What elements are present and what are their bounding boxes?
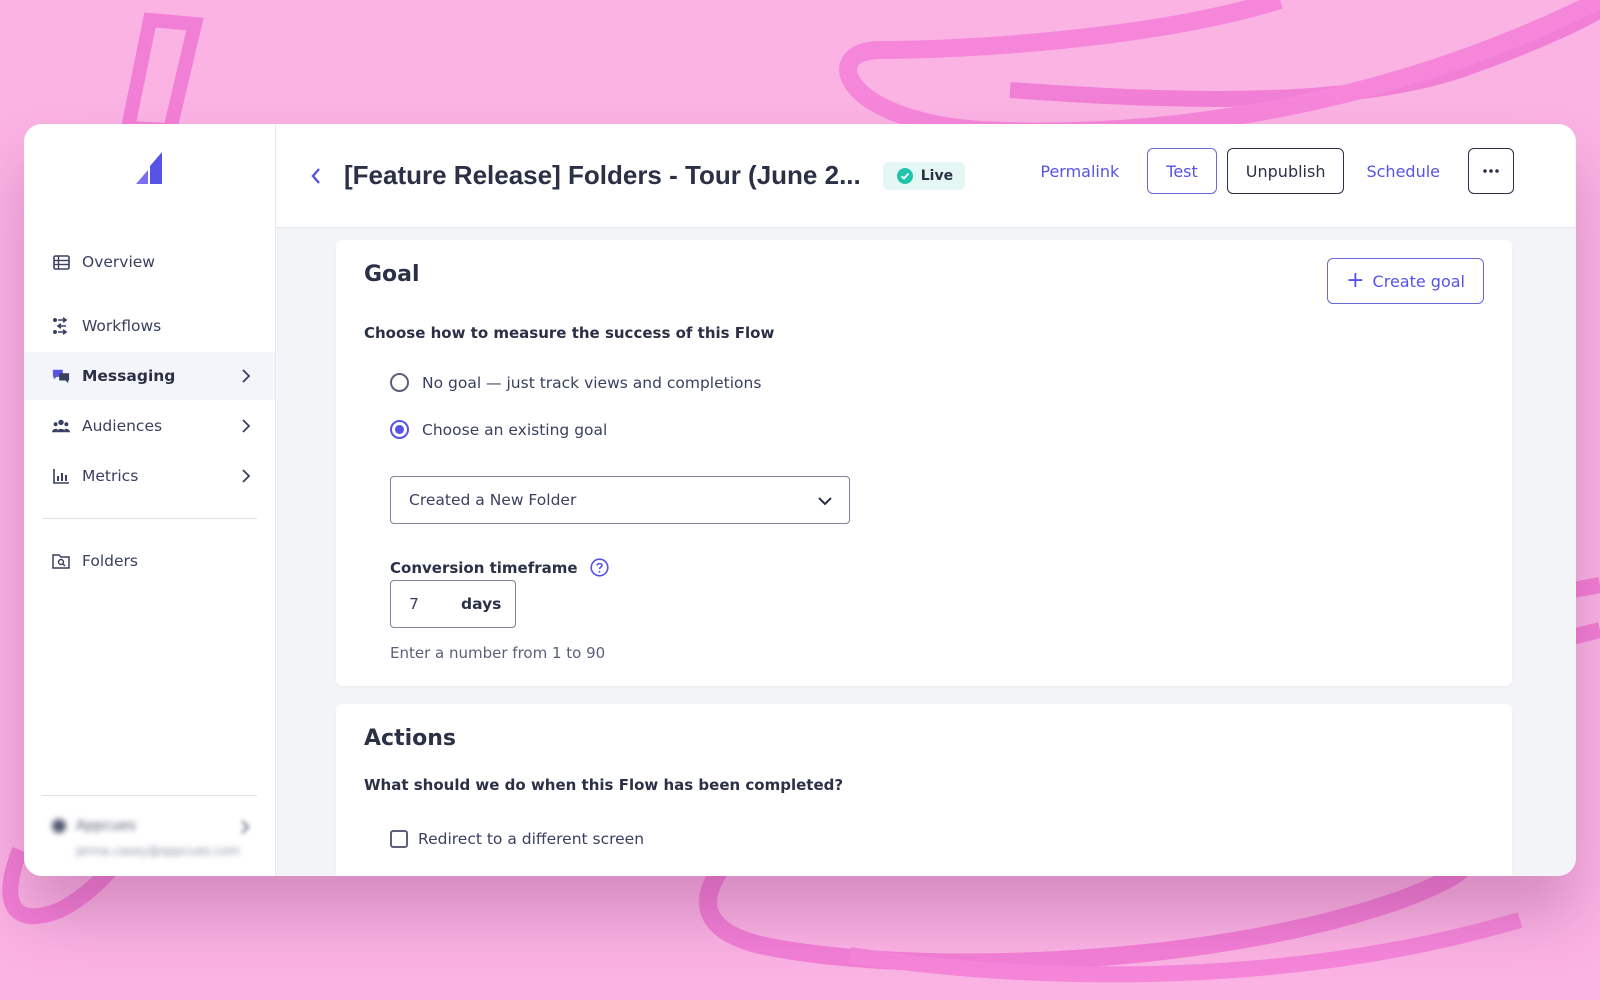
radio-label: Choose an existing goal (422, 420, 608, 439)
unpublish-button[interactable]: Unpublish (1226, 148, 1345, 194)
goal-title: Goal (364, 262, 420, 287)
radio-label: No goal — just track views and completio… (422, 373, 762, 392)
back-arrow-icon[interactable] (306, 166, 326, 186)
settings-content: Goal + Create goal Choose how to measure… (336, 240, 1512, 876)
actions-title: Actions (364, 726, 456, 751)
header-actions: Permalink Test Unpublish Schedule (1018, 148, 1514, 194)
radio-no-goal[interactable]: No goal — just track views and completio… (390, 373, 761, 392)
plus-icon: + (1346, 268, 1365, 293)
sidebar-nav: Overview Workflows Messaging Audiences M… (24, 238, 275, 585)
sidebar-item-label: Folders (82, 552, 138, 570)
goal-select-value: Created a New Folder (409, 491, 577, 509)
conversion-timeframe-label: Conversion timeframe (390, 558, 609, 577)
radio-existing-goal[interactable]: Choose an existing goal (390, 420, 607, 439)
account-menu[interactable]: Appcues jenna.casey@appcues.com (42, 795, 257, 858)
radio-button-selected[interactable] (390, 420, 409, 439)
chat-icon (52, 367, 70, 385)
timeframe-input[interactable]: 7 days (390, 580, 516, 628)
timeframe-hint: Enter a number from 1 to 90 (390, 644, 606, 662)
checkbox-label: Redirect to a different screen (418, 830, 645, 848)
sidebar-item-messaging[interactable]: Messaging (24, 352, 275, 400)
page-header: [Feature Release] Folders - Tour (June 2… (276, 124, 1576, 228)
chevron-right-icon (242, 419, 251, 433)
account-name-text: Appcues (76, 818, 136, 834)
sidebar-item-folders[interactable]: Folders (24, 537, 275, 585)
folder-search-icon (52, 552, 70, 570)
sidebar-item-label: Audiences (82, 417, 163, 435)
create-goal-label: Create goal (1372, 271, 1465, 291)
bar-chart-icon (52, 467, 70, 485)
chevron-right-icon (242, 369, 251, 383)
goal-select[interactable]: Created a New Folder (390, 476, 850, 524)
chevron-right-icon (241, 820, 250, 834)
sidebar-divider (42, 518, 257, 519)
permalink-button[interactable]: Permalink (1018, 148, 1141, 194)
timeframe-value[interactable]: 7 (391, 595, 461, 613)
avatar (52, 819, 66, 833)
page-title: [Feature Release] Folders - Tour (June 2… (344, 160, 861, 190)
sidebar-item-audiences[interactable]: Audiences (24, 402, 275, 450)
actions-question: What should we do when this Flow has bee… (364, 776, 844, 794)
goal-question: Choose how to measure the success of thi… (364, 324, 775, 342)
create-goal-button[interactable]: + Create goal (1327, 258, 1484, 304)
app-logo-icon (136, 152, 162, 184)
checkbox[interactable] (390, 830, 408, 848)
sidebar-item-label: Messaging (82, 367, 176, 385)
chevron-down-icon (818, 497, 832, 506)
sidebar-item-overview[interactable]: Overview (24, 238, 275, 286)
status-badge-label: Live (920, 167, 954, 184)
sidebar-item-label: Workflows (82, 317, 162, 335)
redirect-checkbox-row[interactable]: Redirect to a different screen (390, 830, 644, 848)
help-icon[interactable] (589, 558, 609, 577)
users-icon (52, 417, 70, 435)
status-badge: Live (882, 161, 966, 190)
sidebar-item-label: Overview (82, 253, 155, 271)
chevron-right-icon (242, 469, 251, 483)
main-content: [Feature Release] Folders - Tour (June 2… (276, 124, 1576, 876)
account-name: Appcues (42, 818, 257, 834)
test-button[interactable]: Test (1147, 148, 1217, 194)
radio-button[interactable] (390, 373, 409, 392)
actions-card: Actions What should we do when this Flow… (336, 704, 1512, 876)
sidebar-item-metrics[interactable]: Metrics (24, 452, 275, 500)
sidebar-item-label: Metrics (82, 467, 139, 485)
workflow-icon (52, 317, 70, 335)
more-options-button[interactable] (1468, 148, 1514, 194)
more-dots-icon (1483, 169, 1499, 173)
schedule-button[interactable]: Schedule (1344, 148, 1462, 194)
check-circle-icon (896, 167, 913, 184)
goal-card: Goal + Create goal Choose how to measure… (336, 240, 1512, 686)
account-email: jenna.casey@appcues.com (76, 844, 240, 858)
app-window: Overview Workflows Messaging Audiences M… (24, 124, 1576, 876)
table-icon (52, 253, 70, 271)
sidebar: Overview Workflows Messaging Audiences M… (24, 124, 276, 876)
sidebar-item-workflows[interactable]: Workflows (24, 302, 275, 350)
conversion-timeframe-text: Conversion timeframe (390, 558, 578, 577)
timeframe-unit: days (461, 595, 502, 613)
